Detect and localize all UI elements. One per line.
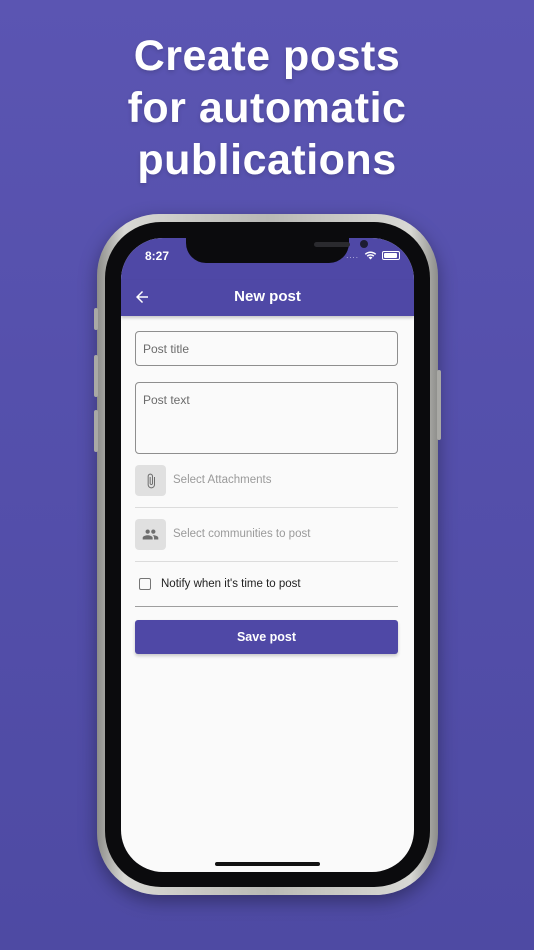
paperclip-icon	[147, 473, 155, 488]
status-icons: ....	[346, 250, 400, 260]
headline-line-1: Create posts	[133, 32, 401, 80]
divider	[135, 606, 398, 607]
page-title: New post	[234, 288, 301, 305]
side-button-volume-down	[94, 410, 98, 452]
attachments-icon-box	[135, 465, 166, 496]
headline-line-2: for automatic	[127, 84, 407, 132]
divider	[135, 507, 398, 508]
post-text-placeholder: Post text	[143, 393, 190, 407]
post-text-input[interactable]: Post text	[135, 382, 398, 454]
app-bar: New post	[121, 280, 414, 316]
front-camera	[360, 240, 368, 248]
select-attachments-label: Select Attachments	[173, 474, 272, 486]
post-title-input[interactable]: Post title	[135, 331, 398, 366]
speaker-grill	[314, 242, 350, 247]
save-post-button[interactable]: Save post	[135, 620, 398, 654]
cellular-signal: ....	[346, 250, 359, 260]
select-communities-label: Select communities to post	[173, 528, 311, 540]
notify-label: Notify when it's time to post	[161, 578, 301, 590]
notify-checkbox[interactable]	[139, 578, 151, 590]
notify-checkbox-row[interactable]: Notify when it's time to post	[135, 576, 398, 596]
divider	[135, 561, 398, 562]
home-indicator[interactable]	[215, 862, 320, 866]
status-time: 8:27	[145, 249, 170, 263]
side-button-power	[437, 370, 441, 440]
select-communities-row[interactable]: Select communities to post	[135, 519, 398, 550]
side-button-mute	[94, 308, 98, 330]
post-title-placeholder: Post title	[143, 342, 190, 356]
people-icon	[142, 529, 159, 540]
wifi-icon	[364, 251, 377, 260]
phone-screen: 8:27 .... New post Post title Post text	[121, 238, 414, 872]
communities-icon-box	[135, 519, 166, 550]
headline-line-3: publications	[137, 136, 397, 184]
battery-icon	[382, 250, 400, 260]
headline: Create posts for automatic publications	[0, 30, 534, 186]
select-attachments-row[interactable]: Select Attachments	[135, 465, 398, 496]
notch	[186, 238, 368, 263]
side-button-volume-up	[94, 355, 98, 397]
